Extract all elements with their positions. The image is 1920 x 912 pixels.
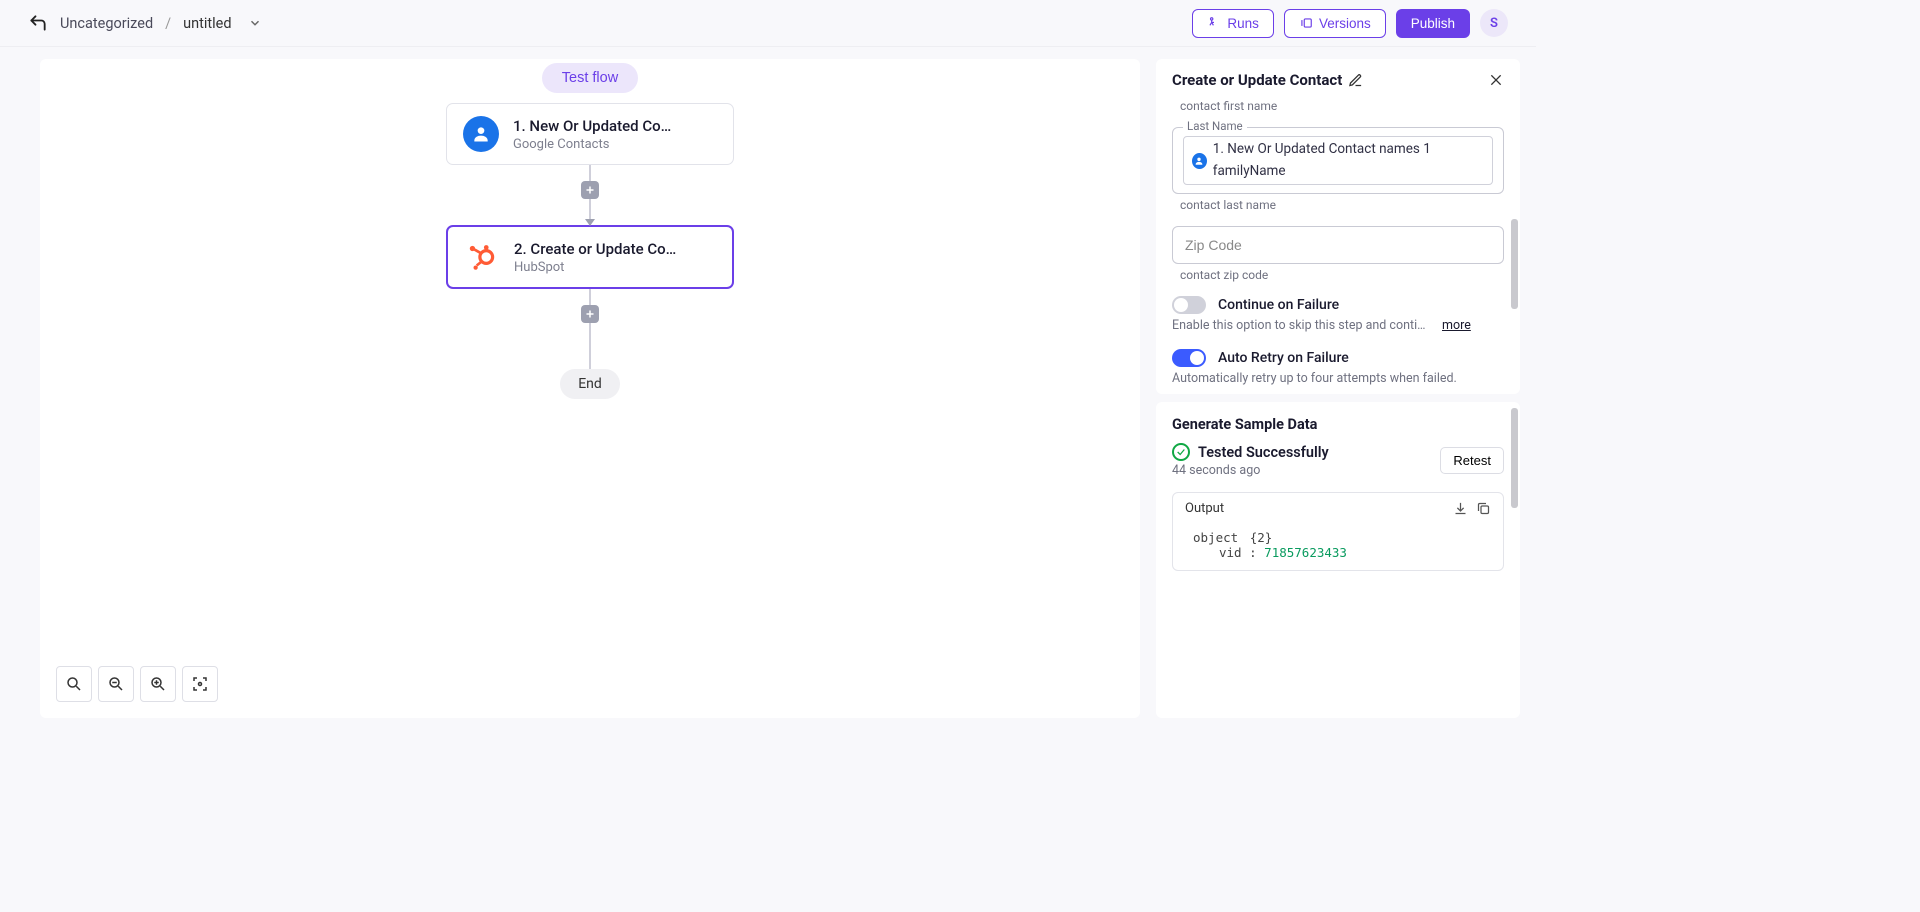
last-name-legend: Last Name bbox=[1183, 119, 1247, 133]
breadcrumb-category[interactable]: Uncategorized bbox=[60, 15, 153, 32]
panel-title: Create or Update Contact bbox=[1172, 71, 1363, 89]
zip-field: contact zip code bbox=[1172, 226, 1504, 282]
last-name-value-chip[interactable]: 1. New Or Updated Contact names 1 family… bbox=[1183, 136, 1493, 185]
breadcrumb: Uncategorized / untitled bbox=[60, 15, 262, 32]
first-name-help: contact first name bbox=[1180, 99, 1504, 113]
output-box: Output object {2} bbox=[1172, 492, 1504, 571]
zoom-reset-button[interactable] bbox=[56, 666, 92, 702]
runs-icon bbox=[1207, 16, 1221, 30]
tested-row: Tested Successfully 44 seconds ago Retes… bbox=[1172, 443, 1504, 478]
tested-left: Tested Successfully 44 seconds ago bbox=[1172, 443, 1329, 478]
more-link[interactable]: more bbox=[1442, 318, 1471, 333]
edit-icon[interactable] bbox=[1348, 73, 1363, 88]
output-header: Output bbox=[1173, 493, 1503, 524]
end-label: End bbox=[578, 376, 602, 392]
auto-retry-label: Auto Retry on Failure bbox=[1218, 350, 1349, 366]
publish-label: Publish bbox=[1411, 16, 1455, 31]
node-subtitle: HubSpot bbox=[514, 260, 676, 275]
chevron-down-icon[interactable] bbox=[248, 16, 262, 30]
google-contacts-icon bbox=[463, 116, 499, 152]
zoom-in-button[interactable] bbox=[140, 666, 176, 702]
connector bbox=[589, 323, 591, 369]
output-actions bbox=[1453, 501, 1491, 516]
hubspot-icon bbox=[464, 239, 500, 275]
test-flow-button[interactable]: Test flow bbox=[542, 63, 638, 93]
last-name-help: contact last name bbox=[1180, 198, 1504, 212]
tested-time: 44 seconds ago bbox=[1172, 463, 1329, 478]
continue-label: Continue on Failure bbox=[1218, 297, 1339, 313]
zip-help: contact zip code bbox=[1180, 268, 1504, 282]
tested-status: Tested Successfully bbox=[1172, 443, 1329, 461]
step-config-panel: Create or Update Contact contact first n… bbox=[1156, 59, 1520, 394]
connector bbox=[589, 289, 591, 305]
back-icon[interactable] bbox=[28, 13, 48, 33]
flow-canvas[interactable]: Test flow 1. New Or Updated Co… Google C… bbox=[40, 59, 1140, 718]
last-name-input[interactable]: Last Name 1. New Or Updated Contact name… bbox=[1172, 127, 1504, 194]
sample-data-panel: Generate Sample Data Tested Successfully… bbox=[1156, 402, 1520, 718]
versions-button[interactable]: Versions bbox=[1284, 9, 1386, 38]
node-text: 2. Create or Update Co… HubSpot bbox=[514, 240, 676, 275]
avatar-initial: S bbox=[1490, 16, 1498, 31]
header-left: Uncategorized / untitled bbox=[28, 13, 262, 33]
json-key: vid bbox=[1219, 545, 1242, 560]
header-right: Runs Versions Publish S bbox=[1192, 9, 1508, 38]
publish-button[interactable]: Publish bbox=[1396, 9, 1470, 38]
main: Test flow 1. New Or Updated Co… Google C… bbox=[0, 47, 1536, 730]
json-obj-label: object bbox=[1193, 530, 1238, 545]
panel-header-row: Create or Update Contact bbox=[1172, 71, 1504, 89]
auto-retry-toggle[interactable] bbox=[1172, 349, 1206, 367]
check-icon bbox=[1172, 443, 1190, 461]
add-step-button[interactable] bbox=[581, 305, 599, 323]
auto-retry-desc-row: Automatically retry up to four attempts … bbox=[1172, 371, 1504, 386]
contact-icon bbox=[1192, 153, 1207, 169]
versions-icon bbox=[1299, 16, 1313, 30]
fit-view-button[interactable] bbox=[182, 666, 218, 702]
continue-on-failure-row: Continue on Failure bbox=[1172, 296, 1504, 314]
chip-text: 1. New Or Updated Contact names 1 family… bbox=[1213, 139, 1484, 182]
versions-label: Versions bbox=[1319, 16, 1371, 31]
last-name-field: Last Name 1. New Or Updated Contact name… bbox=[1172, 127, 1504, 212]
runs-label: Runs bbox=[1227, 16, 1259, 31]
connector bbox=[589, 165, 591, 181]
end-node: End bbox=[560, 369, 620, 399]
output-body: object {2} vid : 71857623433 bbox=[1173, 524, 1503, 570]
continue-toggle[interactable] bbox=[1172, 296, 1206, 314]
continue-desc-row: Enable this option to skip this step and… bbox=[1172, 318, 1504, 333]
flow-node-action[interactable]: 2. Create or Update Co… HubSpot bbox=[446, 225, 734, 289]
connector-arrow bbox=[589, 199, 591, 225]
auto-retry-row: Auto Retry on Failure bbox=[1172, 349, 1504, 367]
json-val: 71857623433 bbox=[1264, 545, 1347, 560]
json-obj-count: {2} bbox=[1250, 530, 1273, 545]
download-icon[interactable] bbox=[1453, 501, 1468, 516]
flow-node-trigger[interactable]: 1. New Or Updated Co… Google Contacts bbox=[446, 103, 734, 165]
right-panel: Create or Update Contact contact first n… bbox=[1156, 59, 1520, 718]
tested-status-text: Tested Successfully bbox=[1198, 444, 1329, 461]
node-title: 1. New Or Updated Co… bbox=[513, 117, 671, 135]
test-flow-label: Test flow bbox=[562, 70, 618, 86]
output-label: Output bbox=[1185, 501, 1224, 516]
avatar[interactable]: S bbox=[1480, 9, 1508, 37]
panel-title-text: Create or Update Contact bbox=[1172, 71, 1342, 89]
copy-icon[interactable] bbox=[1476, 501, 1491, 516]
flow-column: Test flow 1. New Or Updated Co… Google C… bbox=[446, 63, 734, 399]
add-step-button[interactable] bbox=[581, 181, 599, 199]
breadcrumb-sep: / bbox=[165, 15, 171, 32]
runs-button[interactable]: Runs bbox=[1192, 9, 1274, 38]
node-title: 2. Create or Update Co… bbox=[514, 240, 676, 258]
retest-button[interactable]: Retest bbox=[1440, 447, 1504, 474]
sample-title: Generate Sample Data bbox=[1172, 416, 1504, 433]
zoom-out-button[interactable] bbox=[98, 666, 134, 702]
node-subtitle: Google Contacts bbox=[513, 137, 671, 152]
node-text: 1. New Or Updated Co… Google Contacts bbox=[513, 117, 671, 152]
retest-label: Retest bbox=[1453, 453, 1491, 468]
close-icon[interactable] bbox=[1488, 72, 1504, 88]
breadcrumb-title[interactable]: untitled bbox=[183, 15, 231, 32]
zip-input[interactable] bbox=[1172, 226, 1504, 264]
zoom-controls bbox=[56, 666, 218, 702]
scrollbar-thumb[interactable] bbox=[1511, 408, 1518, 508]
continue-desc: Enable this option to skip this step and… bbox=[1172, 318, 1432, 333]
auto-retry-desc: Automatically retry up to four attempts … bbox=[1172, 371, 1457, 386]
scrollbar-thumb[interactable] bbox=[1511, 219, 1518, 309]
app-header: Uncategorized / untitled Runs Versions P… bbox=[0, 0, 1536, 47]
